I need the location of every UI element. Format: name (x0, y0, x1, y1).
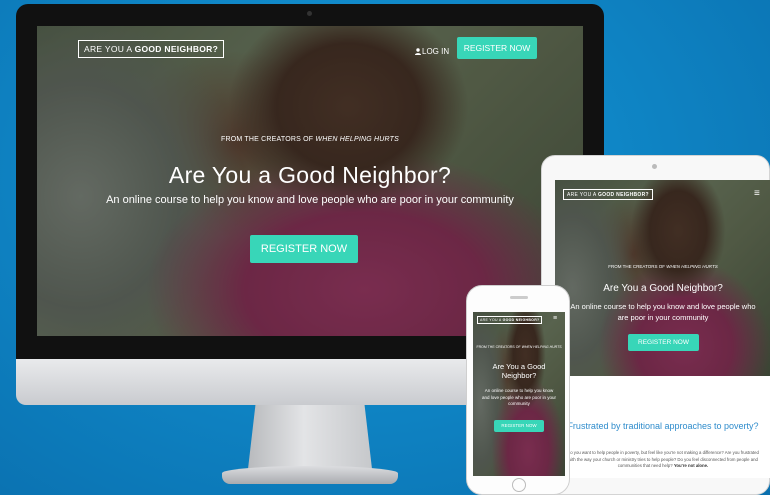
tablet-hero-subtitle: An online course to help you know and lo… (570, 302, 756, 322)
phone-from-book-title: WHEN HELPING HURTS (521, 345, 562, 349)
phone-from-prefix: FROM THE CREATORS OF (476, 345, 522, 349)
login-link[interactable]: LOG IN (415, 47, 449, 56)
hero-from-line: FROM THE CREATORS OF WHEN HELPING HURTS (37, 136, 583, 143)
section-body-bold: You're not alone. (673, 463, 709, 468)
tablet-screen: ARE YOU A GOOD NEIGHBOR? ≡ FROM THE CREA… (555, 180, 770, 478)
tablet-camera-icon (652, 164, 657, 169)
phone-hamburger-menu-icon[interactable]: ≡ (553, 315, 557, 322)
hamburger-menu-icon[interactable]: ≡ (754, 188, 760, 199)
camera-icon (307, 11, 312, 16)
tablet-intro-section: Frustrated by traditional approaches to … (555, 376, 770, 478)
phone-speaker (510, 296, 528, 299)
section-body-text: Do you want to help people in poverty, b… (567, 450, 759, 468)
login-label: LOG IN (422, 47, 450, 56)
phone-mockup: ARE YOU A GOOD NEIGHBOR? ≡ FROM THE CREA… (466, 285, 570, 495)
phone-logo-text: ARE YOU A (480, 318, 503, 322)
phone-hero-title: Are You a Good Neighbor? (492, 362, 546, 380)
tablet-from-book-title: WHEN HELPING HURTS (666, 264, 718, 269)
register-now-header-button[interactable]: REGISTER NOW (457, 37, 537, 59)
phone-hero-from-line: FROM THE CREATORS OF WHEN HELPING HURTS (473, 345, 565, 349)
desktop-stand (248, 405, 372, 469)
from-book-title: WHEN HELPING HURTS (315, 136, 400, 143)
tablet-hero: ARE YOU A GOOD NEIGHBOR? ≡ FROM THE CREA… (555, 180, 770, 376)
tablet-register-now-button[interactable]: REGISTER NOW (628, 334, 699, 351)
tablet-hero-from-line: FROM THE CREATORS OF WHEN HELPING HURTS (555, 264, 770, 269)
phone-register-now-button[interactable]: REGISTER NOW (494, 420, 544, 432)
tablet-hero-title: Are You a Good Neighbor? (603, 283, 723, 294)
hero-subtitle: An online course to help you know and lo… (106, 194, 514, 206)
site-logo[interactable]: ARE YOU A GOOD NEIGHBOR? (78, 40, 225, 58)
section-body: Do you want to help people in poverty, b… (567, 450, 759, 470)
register-now-hero-button[interactable]: REGISTER NOW (250, 235, 358, 263)
logo-text: ARE YOU A (84, 44, 135, 54)
desktop-stand-base (222, 466, 398, 484)
section-heading: Frustrated by traditional approaches to … (567, 421, 759, 431)
tablet-logo-text-bold: GOOD NEIGHBOR? (597, 191, 649, 198)
tablet-logo-text: ARE YOU A (567, 191, 598, 198)
phone-logo-text-bold: GOOD NEIGHBOR? (502, 318, 540, 322)
from-prefix: FROM THE CREATORS OF (220, 136, 316, 143)
user-icon (415, 48, 421, 55)
phone-hero-subtitle: An online course to help you know and lo… (481, 388, 557, 406)
phone-home-button (512, 478, 526, 492)
phone-site-logo[interactable]: ARE YOU A GOOD NEIGHBOR? (477, 316, 543, 324)
tablet-site-logo[interactable]: ARE YOU A GOOD NEIGHBOR? (563, 189, 653, 200)
phone-screen: ARE YOU A GOOD NEIGHBOR? ≡ FROM THE CREA… (473, 312, 565, 476)
tablet-mockup: ARE YOU A GOOD NEIGHBOR? ≡ FROM THE CREA… (541, 155, 770, 495)
logo-text-bold: GOOD NEIGHBOR? (134, 44, 219, 54)
hero-title: Are You a Good Neighbor? (168, 162, 452, 188)
tablet-from-prefix: FROM THE CREATORS OF (608, 264, 667, 269)
